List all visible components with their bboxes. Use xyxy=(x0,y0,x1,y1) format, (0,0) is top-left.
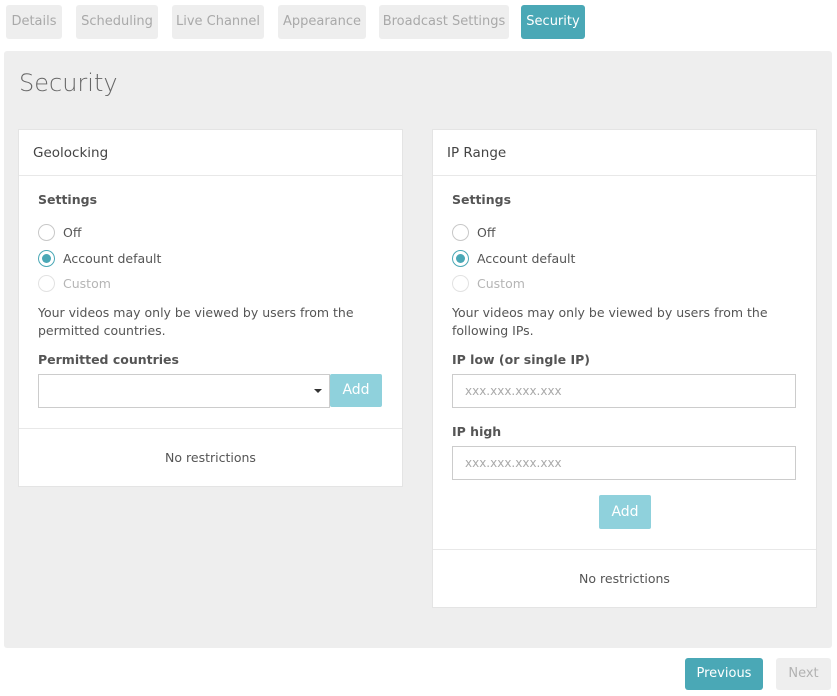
geolocking-status: No restrictions xyxy=(19,428,402,487)
radio-off[interactable] xyxy=(38,223,55,241)
tab-security[interactable]: Security xyxy=(521,5,585,39)
permitted-countries-label: Permitted countries xyxy=(38,352,179,367)
geolocking-help-text: Your videos may only be viewed by users … xyxy=(38,305,354,338)
radio-account-default-label: Account default xyxy=(477,250,576,266)
radio-account-default-label: Account default xyxy=(63,250,162,266)
geolocking-panel: Geolocking Settings Off Account default … xyxy=(18,129,403,487)
tab-scheduling[interactable]: Scheduling xyxy=(76,5,158,39)
radio-account-default[interactable] xyxy=(452,249,469,267)
tab-details[interactable]: Details xyxy=(6,5,62,39)
ip-low-input[interactable]: xxx.xxx.xxx.xxx xyxy=(452,374,796,408)
previous-button[interactable]: Previous xyxy=(685,658,763,690)
caret-down-icon xyxy=(314,389,322,393)
ip-high-label: IP high xyxy=(452,424,502,439)
radio-off[interactable] xyxy=(452,223,469,241)
next-button[interactable]: Next xyxy=(776,658,831,690)
ip-high-input[interactable]: xxx.xxx.xxx.xxx xyxy=(452,446,796,480)
permitted-countries-select[interactable] xyxy=(38,374,330,408)
radio-custom-label: Custom xyxy=(63,275,111,291)
ip-range-status: No restrictions xyxy=(433,549,816,608)
ip-range-help-text: Your videos may only be viewed by users … xyxy=(452,305,768,338)
radio-custom-label: Custom xyxy=(477,275,525,291)
ip-range-option-custom: Custom xyxy=(452,273,525,293)
geolocking-settings-label: Settings xyxy=(38,192,98,207)
ip-range-option-account-default[interactable]: Account default xyxy=(452,248,575,268)
geolocking-option-off[interactable]: Off xyxy=(38,222,81,242)
radio-off-label: Off xyxy=(477,224,496,240)
radio-custom xyxy=(38,274,55,292)
radio-custom xyxy=(452,274,469,292)
ip-range-option-off[interactable]: Off xyxy=(452,222,495,242)
radio-account-default[interactable] xyxy=(38,249,55,267)
security-section: Security Geolocking Settings Off Account… xyxy=(4,51,832,648)
ip-range-title: IP Range xyxy=(433,130,816,176)
geolocking-title: Geolocking xyxy=(19,130,402,176)
ip-range-panel: IP Range Settings Off Account default Cu… xyxy=(432,129,817,608)
tab-broadcast-settings[interactable]: Broadcast Settings xyxy=(379,5,509,39)
ip-range-settings-label: Settings xyxy=(452,192,512,207)
page-title: Security xyxy=(19,69,118,97)
tab-appearance[interactable]: Appearance xyxy=(278,5,366,39)
add-country-button[interactable]: Add xyxy=(330,374,382,407)
geolocking-option-custom: Custom xyxy=(38,273,111,293)
add-ip-button[interactable]: Add xyxy=(599,495,651,529)
ip-low-label: IP low (or single IP) xyxy=(452,352,590,367)
geolocking-option-account-default[interactable]: Account default xyxy=(38,248,161,268)
radio-off-label: Off xyxy=(63,224,82,240)
tab-live-channel[interactable]: Live Channel xyxy=(172,5,264,39)
